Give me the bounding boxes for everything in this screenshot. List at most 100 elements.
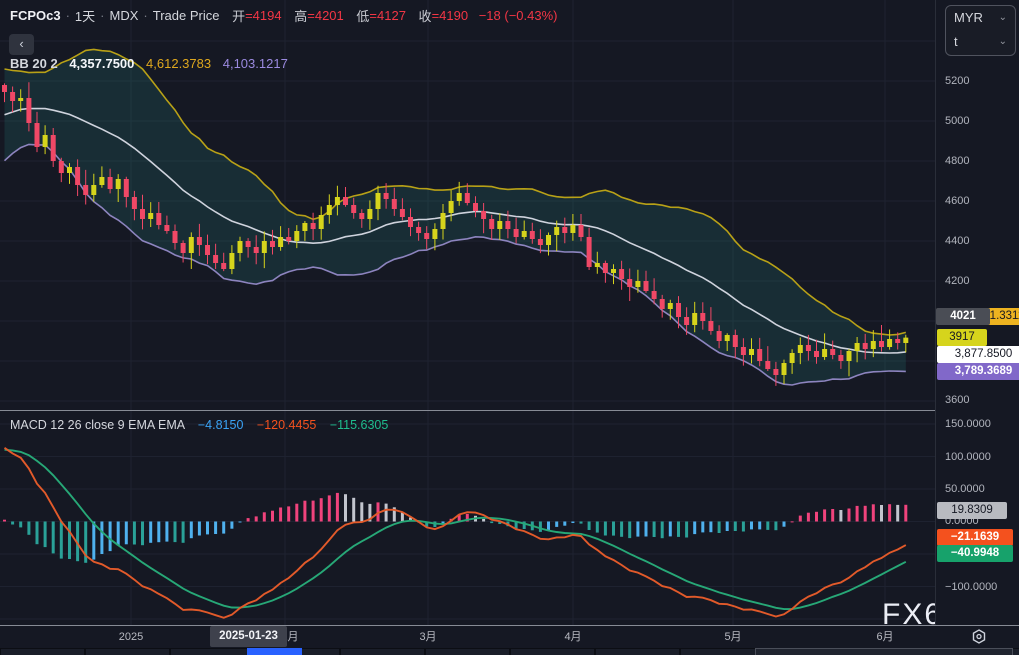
high-value: =4201 — [307, 8, 344, 23]
open-key: 开 — [232, 9, 245, 24]
macd-histogram-bar — [328, 495, 331, 521]
time-axis[interactable]: 20252月3月4月5月6月 — [0, 625, 1019, 649]
low-value: =4127 — [369, 8, 406, 23]
macd-histogram-bar — [68, 522, 71, 560]
axis-tick-label: 4600 — [945, 195, 969, 207]
macd-histogram-bar — [336, 493, 339, 522]
strip-cell[interactable] — [511, 649, 594, 655]
time-axis-label: 4月 — [564, 626, 581, 648]
macd-title: MACD 12 26 close 9 EMA EMA — [10, 418, 184, 432]
macd-hist-value: −4.8150 — [198, 418, 244, 432]
macd-histogram-bar — [214, 522, 217, 535]
macd-histogram-bar — [612, 522, 615, 536]
macd-indicator-legend[interactable]: MACD 12 26 close 9 EMA EMA −4.8150 −120.… — [10, 418, 388, 432]
macd-histogram-bar — [604, 522, 607, 536]
macd-histogram-bar — [109, 522, 112, 552]
strip-cell[interactable] — [1, 649, 84, 655]
macd-histogram-bar — [133, 522, 136, 545]
chevron-down-icon: ⌄ — [999, 6, 1007, 30]
chevron-down-icon: ⌄ — [999, 30, 1007, 54]
macd-histogram-bar — [141, 522, 144, 546]
bb-lower-price-label: 3,789.3689 — [937, 363, 1019, 380]
macd-histogram-bar — [588, 522, 591, 531]
time-axis-label: 3月 — [419, 626, 436, 648]
unit-dropdown[interactable]: t ⌄ — [946, 30, 1015, 54]
axis-tick-label: 5000 — [945, 115, 969, 127]
macd-chart-pane[interactable] — [0, 411, 935, 625]
macd-histogram-bar — [856, 506, 859, 522]
axis-tick-label: 4400 — [945, 235, 969, 247]
macd-histogram-bar — [904, 505, 907, 522]
chart-header: FCPOc3·1天·MDX·Trade Price 开=4194 高=4201 … — [10, 6, 557, 25]
strip-cell[interactable] — [171, 649, 254, 655]
strip-cell[interactable] — [341, 649, 424, 655]
macd-histogram-bar — [653, 522, 656, 538]
macd-histogram-bar — [165, 522, 168, 542]
macd-histogram-bar — [701, 522, 704, 533]
macd-histogram-bar — [596, 522, 599, 533]
macd-histogram-bar — [100, 522, 103, 555]
macd-histogram-bar — [303, 501, 306, 522]
trading-chart-app: 5200500048004600440042003600150.0000100.… — [0, 0, 1019, 655]
macd-histogram-bar — [385, 504, 388, 522]
macd-histogram-bar — [758, 522, 761, 530]
macd-line-value: −120.4455 — [257, 418, 316, 432]
macd-histogram-bar — [888, 504, 891, 521]
macd-histogram-bar — [263, 512, 266, 521]
macd-histogram-bar — [823, 509, 826, 521]
macd-histogram-bar — [580, 522, 583, 524]
macd-histogram-bar — [839, 510, 842, 522]
macd-histogram-bar — [831, 509, 834, 522]
macd-histogram-bar — [198, 522, 201, 536]
macd-histogram-bar — [555, 522, 558, 527]
macd-histogram-bar — [872, 504, 875, 521]
macd-histogram-bar — [52, 522, 55, 554]
macd-histogram-bar — [799, 516, 802, 522]
strip-cell[interactable] — [426, 649, 509, 655]
gear-icon[interactable] — [970, 628, 988, 646]
bb-upper-value: 4,612.3783 — [146, 56, 211, 71]
macd-histogram-bar — [312, 501, 315, 522]
currency-dropdown[interactable]: MYR ⌄ — [946, 6, 1015, 30]
macd-histogram-bar — [677, 522, 680, 537]
pane-divider[interactable] — [0, 410, 1019, 411]
strip-cell[interactable] — [681, 649, 764, 655]
symbol-title[interactable]: FCPOc3 — [10, 8, 61, 23]
back-button[interactable]: ‹ — [9, 34, 34, 55]
macd-histogram-bar — [783, 522, 786, 527]
macd-histogram-bar — [36, 522, 39, 545]
axis-tick-label: 100.0000 — [945, 451, 991, 463]
macd-line — [5, 448, 906, 618]
macd-histogram-bar — [271, 511, 274, 522]
macd-histogram-bar — [815, 512, 818, 522]
macd-histogram-bar — [628, 522, 631, 539]
macd-histogram-bar — [791, 521, 794, 522]
macd-histogram-bar — [92, 522, 95, 560]
date-tooltip: 2025-01-23 — [210, 626, 287, 647]
last-price-label: 3917 — [937, 329, 987, 346]
strip-cell[interactable] — [596, 649, 679, 655]
macd-histogram-bar — [287, 506, 290, 521]
macd-histogram-bar — [880, 505, 883, 522]
interval-label[interactable]: 1天 — [75, 9, 95, 24]
macd-histogram-bar — [19, 522, 22, 528]
axis-tick-label: 4800 — [945, 155, 969, 167]
bb-indicator-legend[interactable]: BB 20 2 4,357.7500 4,612.3783 4,103.1217 — [10, 56, 288, 71]
strip-cell[interactable] — [86, 649, 169, 655]
close-key: 收 — [419, 9, 432, 24]
macd-histogram-bar — [295, 504, 298, 522]
time-axis-label: 5月 — [724, 626, 741, 648]
macd-histogram-bar — [360, 502, 363, 521]
macd-histogram-bar — [807, 513, 810, 522]
macd-histogram-bar — [279, 508, 282, 522]
macd-histogram-bar — [230, 522, 233, 529]
macd-histogram-bar — [718, 522, 721, 534]
selected-range-cell[interactable] — [247, 648, 302, 655]
macd-histogram-bar — [896, 505, 899, 522]
macd-signal-value: −115.6305 — [330, 418, 389, 432]
macd-histogram-bar — [125, 522, 128, 545]
change-value: −18 (−0.43%) — [479, 8, 558, 23]
macd-histogram-bar — [11, 522, 14, 525]
macd-histogram-bar — [774, 522, 777, 531]
macd-histogram-bar — [157, 522, 160, 543]
